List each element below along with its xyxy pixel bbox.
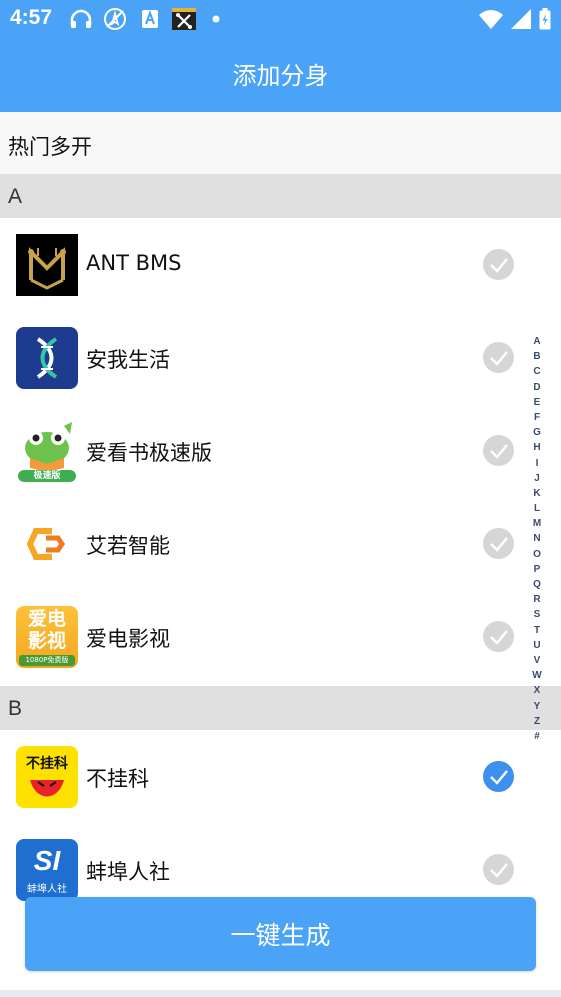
app-row[interactable]: 艾若智能: [0, 497, 561, 590]
alphabet-index[interactable]: A B C D E F G H I J K L M N O P Q R S T U V W X Y Z #: [528, 334, 546, 744]
airuo-app-icon: [16, 513, 78, 575]
check-icon[interactable]: [483, 528, 514, 559]
no-location-icon: [103, 8, 127, 30]
app-name: 爱电影视: [86, 627, 170, 651]
check-icon[interactable]: [483, 249, 514, 280]
aidian-icon-text-mid: 影视: [27, 630, 66, 652]
hot-section[interactable]: 热门多开: [0, 112, 561, 174]
alphabet-index-letter[interactable]: V: [528, 653, 546, 668]
alphabet-index-letter[interactable]: H: [528, 440, 546, 455]
section-letter: A: [8, 185, 23, 208]
aikanshu-app-icon: 极速版: [16, 420, 78, 482]
app-name: 爱看书极速版: [86, 441, 212, 465]
alphabet-index-letter[interactable]: J: [528, 471, 546, 486]
alphabet-index-letter[interactable]: Q: [528, 577, 546, 592]
headset-icon: [68, 8, 94, 30]
check-icon[interactable]: [483, 435, 514, 466]
aikanshu-icon-label: 极速版: [33, 471, 61, 481]
section-header-a: A: [0, 174, 561, 218]
alphabet-index-letter[interactable]: K: [528, 486, 546, 501]
check-icon[interactable]: [483, 854, 514, 885]
app-row[interactable]: 安我生活: [0, 311, 561, 404]
alphabet-index-letter[interactable]: G: [528, 425, 546, 440]
signal-icon: [511, 9, 531, 33]
app-row[interactable]: 极速版 爱看书极速版: [0, 404, 561, 497]
alphabet-index-letter[interactable]: Y: [528, 699, 546, 714]
generate-button[interactable]: 一键生成: [25, 897, 536, 971]
page-title: 添加分身: [232, 62, 329, 90]
check-icon[interactable]: [483, 621, 514, 652]
alphabet-index-letter[interactable]: Z: [528, 714, 546, 729]
app-name: 安我生活: [86, 348, 170, 372]
alphabet-index-letter[interactable]: X: [528, 683, 546, 698]
status-bar: 4:57: [0, 0, 561, 38]
aidian-icon-text-bottom: 1080P免费版: [19, 655, 75, 666]
aidian-app-icon: 爱电 影视 1080P免费版: [16, 606, 78, 668]
alphabet-index-letter[interactable]: M: [528, 516, 546, 531]
buguake-app-icon: 不挂科: [16, 746, 78, 808]
alphabet-index-letter[interactable]: F: [528, 410, 546, 425]
alphabet-index-letter[interactable]: N: [528, 531, 546, 546]
app-name: ANT BMS: [86, 251, 182, 275]
alphabet-index-letter[interactable]: R: [528, 592, 546, 607]
app-row[interactable]: 不挂科 不挂科: [0, 730, 561, 823]
check-icon[interactable]: [483, 761, 514, 792]
dot-icon: [212, 8, 220, 30]
status-time: 4:57: [10, 6, 53, 29]
app-name: 不挂科: [86, 767, 149, 791]
app-name: 艾若智能: [86, 534, 170, 558]
anwo-app-icon: [16, 327, 78, 389]
ant-bms-app-icon: [16, 234, 78, 296]
alphabet-index-letter[interactable]: C: [528, 364, 546, 379]
alphabet-index-letter[interactable]: D: [528, 380, 546, 395]
app-row[interactable]: 爱电 影视 1080P免费版 爱电影视: [0, 590, 561, 683]
wifi-icon: [479, 9, 503, 33]
section-header-b: B: [0, 686, 561, 730]
alphabet-index-letter[interactable]: E: [528, 395, 546, 410]
app-name: 蚌埠人社: [86, 860, 170, 884]
section-letter: B: [8, 697, 23, 720]
alphabet-index-letter[interactable]: I: [528, 456, 546, 471]
alphabet-index-letter[interactable]: S: [528, 607, 546, 622]
alphabet-index-letter[interactable]: O: [528, 547, 546, 562]
alphabet-index-letter[interactable]: P: [528, 562, 546, 577]
alphabet-index-letter[interactable]: A: [528, 334, 546, 349]
bengbu-icon-sub: 蚌埠人社: [27, 884, 67, 895]
aidian-icon-text-top: 爱电: [27, 608, 66, 630]
bengbu-app-icon: SI 蚌埠人社: [16, 839, 78, 901]
tools-icon: [172, 8, 196, 30]
a-badge-icon: [141, 8, 159, 30]
alphabet-index-letter[interactable]: L: [528, 501, 546, 516]
hot-section-label: 热门多开: [8, 135, 92, 159]
alphabet-index-letter[interactable]: W: [528, 668, 546, 683]
check-icon[interactable]: [483, 342, 514, 373]
navigation-bar: [0, 990, 561, 997]
bengbu-icon-logo: SI: [33, 845, 61, 876]
alphabet-index-letter[interactable]: U: [528, 638, 546, 653]
app-header: 4:57 添加分身: [0, 0, 561, 112]
alphabet-index-letter[interactable]: #: [528, 729, 546, 744]
battery-icon: [539, 8, 551, 34]
alphabet-index-letter[interactable]: T: [528, 623, 546, 638]
app-row[interactable]: ANT BMS: [0, 218, 561, 311]
alphabet-index-letter[interactable]: B: [528, 349, 546, 364]
